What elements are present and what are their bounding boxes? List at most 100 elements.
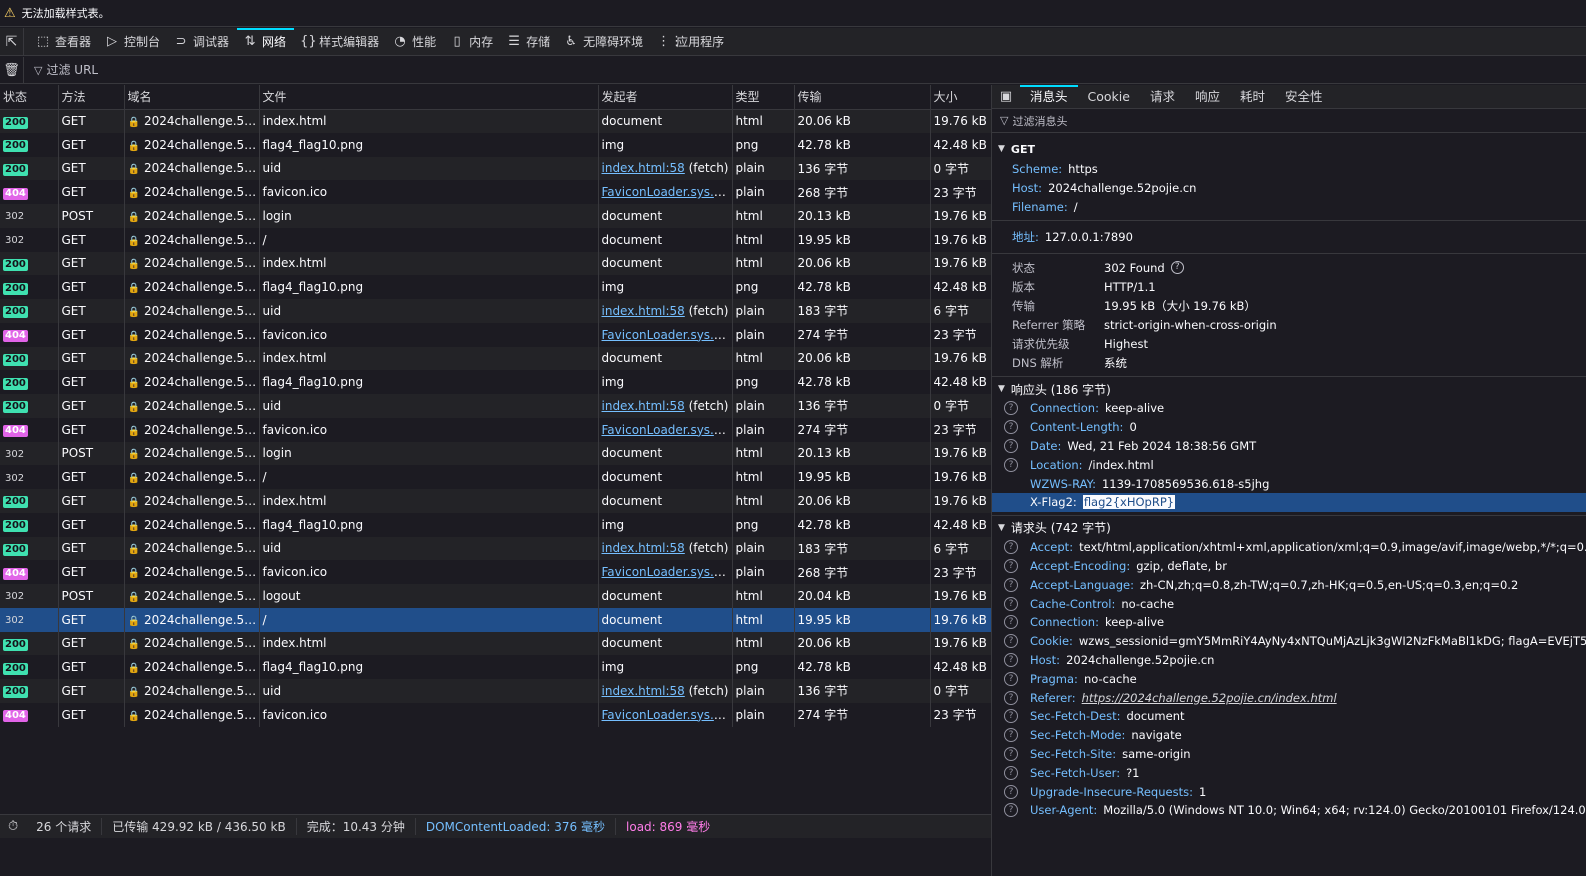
header-row[interactable]: ? Accept-Language: zh-CN,zh;q=0.8,zh-TW;q=… (992, 575, 1586, 594)
help-icon[interactable]: ? (1004, 784, 1018, 799)
table-row[interactable]: 200 GET 🔒 2024challenge.52p... index.html doc… (0, 489, 991, 513)
help-icon[interactable]: ? (1004, 671, 1018, 686)
table-row[interactable]: 200 GET 🔒 2024challenge.52p... flag4_flag10.… (0, 512, 991, 537)
header-row[interactable]: ? Pragma: no-cache (992, 669, 1586, 688)
column-header[interactable]: 文件 (259, 85, 599, 110)
filter-url-input[interactable] (46, 63, 347, 77)
details-tab[interactable]: Cookie (1078, 85, 1140, 109)
headers-filter[interactable]: ▽ 过滤消息头 (992, 109, 1586, 133)
header-row[interactable]: ? User-Agent: Mozilla/5.0 (Windows NT 10.0… (992, 801, 1586, 820)
initiator-link[interactable]: index.html:58 (602, 399, 685, 413)
initiator-link[interactable]: FaviconLoader.sys.mjs:... (602, 708, 732, 722)
tab-debugger[interactable]: ⊃ 调试器 (168, 28, 237, 56)
header-row[interactable]: ? Accept-Encoding: gzip, deflate, br (992, 557, 1586, 576)
header-row[interactable]: ? Connection: keep-alive (992, 613, 1586, 632)
element-picker-icon[interactable]: ⇱ (0, 27, 24, 56)
table-row[interactable]: 302 POST 🔒 2024challenge.52p... login documen… (0, 204, 991, 228)
table-row[interactable]: 404 GET 🔒 2024challenge.52p... favicon.ico Fa… (0, 417, 991, 442)
table-row[interactable]: 404 GET 🔒 2024challenge.52p... favicon.ico Fa… (0, 322, 991, 347)
header-value[interactable]: https://2024challenge.52pojie.cn/index.h… (1082, 691, 1337, 705)
tab-inspector[interactable]: ⬚ 查看器 (30, 28, 99, 56)
tab-application[interactable]: ⋮⋮ 应用程序 (651, 28, 732, 56)
table-row[interactable]: 200 GET 🔒 2024challenge.52p... flag4_flag10.… (0, 655, 991, 679)
help-icon[interactable]: ? (1004, 540, 1018, 555)
table-row[interactable]: 200 GET 🔒 2024challenge.52p... flag4_flag10.… (0, 275, 991, 299)
tab-accessibility[interactable]: ♿ 无障碍环境 (558, 28, 651, 56)
table-row[interactable]: 200 GET 🔒 2024challenge.52p... uid index.html… (0, 156, 991, 181)
tab-memory[interactable]: ▯ 内存 (444, 28, 501, 56)
tab-performance[interactable]: ◔ 性能 (387, 28, 444, 56)
table-row[interactable]: 302 GET 🔒 2024challenge.52p... / document html… (0, 607, 991, 632)
header-row[interactable]: ? Sec-Fetch-Site: same-origin (992, 745, 1586, 764)
tab-storage[interactable]: ☰ 存储 (501, 28, 558, 56)
table-row[interactable]: 200 GET 🔒 2024challenge.52p... uid index.html… (0, 679, 991, 703)
initiator-link[interactable]: FaviconLoader.sys.mjs:... (602, 565, 732, 579)
help-icon[interactable]: ? (1004, 558, 1018, 573)
table-row[interactable]: 200 GET 🔒 2024challenge.52p... flag4_flag10.… (0, 370, 991, 394)
initiator-link[interactable]: index.html:58 (602, 304, 685, 318)
initiator-link[interactable]: FaviconLoader.sys.mjs:... (602, 328, 732, 342)
help-icon[interactable]: ? (1004, 803, 1018, 818)
help-icon[interactable]: ? (1004, 634, 1018, 649)
header-row[interactable]: ? Sec-Fetch-Dest: document (992, 707, 1586, 726)
request-headers-section-header[interactable]: ▼ 请求头 (742 字节) (992, 518, 1586, 538)
column-header[interactable]: 传输 (794, 85, 931, 110)
table-row[interactable]: 200 GET 🔒 2024challenge.52p... index.html doc… (0, 346, 991, 371)
header-row[interactable]: ? Upgrade-Insecure-Requests: 1 (992, 782, 1586, 801)
header-row[interactable]: ? Location: /index.html (992, 455, 1586, 474)
help-icon[interactable]: ? (1004, 577, 1018, 592)
help-icon[interactable]: ? (1004, 652, 1018, 667)
table-row[interactable]: 200 GET 🔒 2024challenge.52p... index.html doc… (0, 251, 991, 276)
header-row[interactable]: ? Connection: keep-alive (992, 399, 1586, 418)
header-row[interactable]: ? Host: 2024challenge.52pojie.cn (992, 651, 1586, 670)
table-row[interactable]: 404 GET 🔒 2024challenge.52p... favicon.ico Fa… (0, 560, 991, 584)
header-row[interactable]: ? Cookie: wzws_sessionid=gmY5MmRiY4AyNy4xN… (992, 632, 1586, 651)
help-icon[interactable]: ? (1004, 420, 1018, 435)
help-icon[interactable]: ? (1004, 596, 1018, 611)
table-row[interactable]: 302 POST 🔒 2024challenge.52p... logout docume… (0, 584, 991, 608)
header-row[interactable]: ? Date: Wed, 21 Feb 2024 18:38:56 GMT (992, 437, 1586, 456)
help-icon[interactable]: ? (1004, 746, 1018, 761)
header-row[interactable]: ? Cache-Control: no-cache (992, 594, 1586, 613)
table-row[interactable]: 200 GET 🔒 2024challenge.52p... flag4_flag10.… (0, 132, 991, 157)
header-row[interactable]: ? Accept: text/html,application/xhtml+xml,… (992, 538, 1586, 557)
initiator-link[interactable]: index.html:58 (602, 541, 685, 555)
tab-network[interactable]: ⇅ 网络 (237, 27, 295, 56)
table-row[interactable]: 404 GET 🔒 2024challenge.52p... favicon.ico Fa… (0, 702, 991, 727)
header-row[interactable]: ? Content-Length: 0 (992, 418, 1586, 437)
column-header[interactable]: 方法 (58, 85, 125, 110)
details-tab[interactable]: 耗时 (1230, 85, 1275, 109)
table-row[interactable]: 200 GET 🔒 2024challenge.52p... uid index.html… (0, 394, 991, 418)
initiator-link[interactable]: index.html:58 (602, 684, 685, 698)
table-row[interactable]: 404 GET 🔒 2024challenge.52p... favicon.ico Fa… (0, 180, 991, 204)
clear-trash-icon[interactable]: 🗑 (0, 56, 24, 84)
table-row[interactable]: 200 GET 🔒 2024challenge.52p... uid index.html… (0, 536, 991, 561)
performance-timer-icon[interactable]: ⏱ (0, 819, 26, 834)
help-icon[interactable]: ? (1004, 690, 1018, 705)
column-header[interactable]: 状态 (0, 85, 59, 110)
table-row[interactable]: 200 GET 🔒 2024challenge.52p... uid index.html… (0, 299, 991, 323)
initiator-link[interactable]: FaviconLoader.sys.mjs:... (602, 185, 732, 199)
response-headers-section-header[interactable]: ▼ 响应头 (186 字节) (992, 379, 1586, 399)
help-icon[interactable]: ? (1004, 615, 1018, 630)
header-row[interactable]: ? Sec-Fetch-User: ?1 (992, 763, 1586, 782)
initiator-link[interactable]: FaviconLoader.sys.mjs:... (602, 423, 732, 437)
header-row[interactable]: ? WZWS-RAY: 1139-1708569536.618-s5jhg (992, 474, 1586, 493)
help-icon[interactable]: ? (1004, 709, 1018, 724)
help-icon[interactable]: ? (1004, 765, 1018, 780)
help-icon[interactable]: ? (1170, 261, 1184, 274)
details-tab[interactable]: 响应 (1185, 85, 1230, 109)
column-header[interactable]: 大小 (930, 85, 991, 110)
help-icon[interactable]: ? (1004, 457, 1018, 472)
column-header[interactable]: 类型 (732, 85, 795, 110)
initiator-link[interactable]: index.html:58 (602, 161, 685, 175)
column-header[interactable]: 域名 (124, 85, 260, 110)
tab-style-editor[interactable]: {} 样式编辑器 (294, 28, 387, 56)
header-row[interactable]: ? Sec-Fetch-Mode: navigate (992, 726, 1586, 745)
column-header[interactable]: 发起者 (598, 85, 733, 110)
tab-console[interactable]: ▷ 控制台 (99, 28, 168, 56)
general-section-header[interactable]: ▼ GET (992, 139, 1586, 159)
details-tab[interactable]: 请求 (1140, 85, 1185, 109)
table-row[interactable]: 302 GET 🔒 2024challenge.52p... / document html… (0, 227, 991, 252)
toggle-sidebar-icon[interactable]: ▣ (992, 89, 1020, 104)
